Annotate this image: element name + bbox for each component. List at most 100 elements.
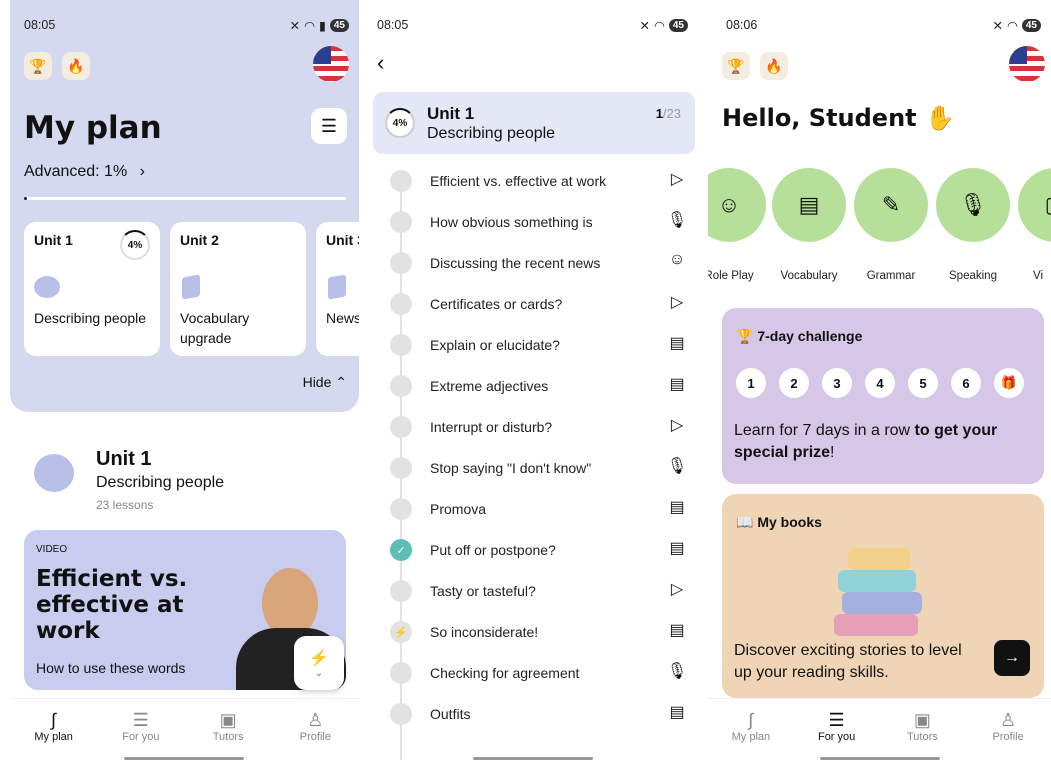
day-badge: 3 (822, 368, 852, 398)
lesson-item[interactable]: Tasty or tasteful? ▷ (369, 571, 698, 612)
status-time: 08:06 (726, 18, 758, 32)
face-icon (34, 454, 74, 492)
lesson-item[interactable]: Efficient vs. effective at work ▷ (369, 161, 698, 202)
lesson-title: Discussing the recent news (430, 255, 601, 271)
tab-profile[interactable]: ♙ Profile (275, 699, 355, 760)
level-link[interactable]: Advanced: 1% › (24, 163, 145, 181)
lesson-item[interactable]: How obvious something is 🎙 (369, 202, 698, 243)
progress-done: 1 (655, 106, 663, 121)
books-card[interactable]: 📖 My books Discover exciting stories to … (722, 494, 1044, 698)
category-vocabulary[interactable]: ▤ Vocabulary (772, 168, 846, 282)
person-icon: ♙ (1000, 710, 1017, 730)
lesson-item[interactable]: Certificates or cards? ▷ (369, 284, 698, 325)
us-flag-icon[interactable] (313, 46, 349, 82)
status-time: 08:05 (377, 18, 409, 32)
streak-button[interactable]: 🔥 (760, 52, 788, 80)
lesson-title: Certificates or cards? (430, 296, 563, 312)
video-title-line: Efficient vs. (36, 566, 188, 592)
lesson-item[interactable]: Promova ▤ (369, 489, 698, 530)
category-video[interactable]: ▢ Vi (1018, 168, 1051, 282)
category-label: Speaking (949, 270, 997, 282)
book-icon: ▤ (669, 499, 685, 516)
unit-title: Describing people (427, 125, 556, 142)
current-unit-label: Unit 1 (96, 448, 152, 470)
tab-for-you[interactable]: ☰ For you (101, 699, 181, 760)
book-icon: ▤ (669, 622, 685, 639)
list-menu-button[interactable]: ☰ (311, 108, 347, 144)
tab-tutors[interactable]: ▣ Tutors (882, 699, 962, 760)
book-icon: ▤ (669, 335, 685, 352)
lesson-item[interactable]: Interrupt or disturb? ▷ (369, 407, 698, 448)
tab-tutors[interactable]: ▣ Tutors (188, 699, 268, 760)
book-icon: ▤ (772, 168, 846, 242)
video-icon: ▢ (1018, 168, 1051, 242)
lesson-item[interactable]: ✓ Put off or postpone? ▤ (369, 530, 698, 571)
books-header: 📖 My books (736, 514, 822, 531)
challenge-text: Learn for 7 days in a row to get your sp… (734, 420, 1024, 464)
chevron-down-icon: ⌄ (314, 667, 324, 679)
us-flag-icon[interactable] (1009, 46, 1045, 82)
mic-icon: 🎙 (666, 458, 688, 475)
mute-icon: ✕ (992, 19, 1003, 33)
lesson-item[interactable]: Stop saying "I don't know" 🎙 (369, 448, 698, 489)
check-icon: ✓ (390, 539, 412, 561)
tab-for-you[interactable]: ☰ For you (797, 699, 877, 760)
newspaper-icon (328, 274, 346, 300)
trophy-button[interactable]: 🏆 (722, 52, 750, 80)
person-icon: ♙ (307, 710, 324, 730)
tab-profile[interactable]: ♙ Profile (968, 699, 1048, 760)
unit-card-1[interactable]: Unit 1 4% Describing people (24, 222, 160, 356)
tab-label: For you (817, 731, 856, 743)
mute-icon: ✕ (289, 19, 301, 33)
battery-level: 45 (329, 19, 349, 32)
lesson-title: So inconsiderate! (430, 624, 539, 640)
unit-card-2[interactable]: Unit 2 Vocabulary upgrade (170, 222, 306, 356)
tab-label: Tutors (212, 731, 244, 743)
route-icon: ∫ (51, 710, 57, 730)
day-badge: 6 (951, 368, 981, 398)
tutor-icon: ▣ (913, 710, 931, 730)
chat-icon: ☺ (668, 251, 686, 268)
tab-my-plan[interactable]: ∫ My plan (711, 699, 791, 760)
play-icon: ▷ (670, 417, 684, 434)
page-title: My plan (24, 110, 162, 146)
lesson-item[interactable]: Explain or elucidate? ▤ (369, 325, 698, 366)
status-bar: 08:05 ✕ ◠ ▮ 45 (24, 18, 349, 33)
lesson-title: Promova (430, 501, 487, 517)
challenge-card[interactable]: 🏆 7-day challenge 123456 🎁 Learn for 7 d… (722, 308, 1044, 484)
category-role-play[interactable]: ☺ Role Play (708, 168, 766, 282)
lesson-status-dot (390, 375, 412, 397)
category-grammar[interactable]: ✎ Grammar (854, 168, 928, 282)
mic-icon: 🎙 (666, 663, 688, 680)
lesson-item[interactable]: Extreme adjectives ▤ (369, 366, 698, 407)
books-illustration (830, 548, 930, 638)
lesson-item[interactable]: ⚡ So inconsiderate! ▤ (369, 612, 698, 653)
unit-progress-ring: 4% (385, 108, 415, 138)
book-icon (182, 274, 200, 300)
hide-toggle[interactable]: Hide ⌃ (303, 374, 347, 391)
back-button[interactable]: ‹ (377, 50, 384, 76)
quick-action-button[interactable]: ⚡ ⌄ (294, 636, 344, 690)
books-open-button[interactable]: → (994, 640, 1030, 676)
status-time: 08:05 (24, 18, 56, 32)
book-icon: ▤ (669, 376, 685, 393)
category-speaking[interactable]: 🎙 Speaking (936, 168, 1010, 282)
lesson-item[interactable]: Discussing the recent news ☺ (369, 243, 698, 284)
tab-label: Profile (992, 731, 1024, 743)
unit-card-3[interactable]: Unit 3 News (316, 222, 359, 356)
tab-my-plan[interactable]: ∫ My plan (14, 699, 94, 760)
lesson-status-dot (390, 252, 412, 274)
lesson-item[interactable]: Outfits ▤ (369, 694, 698, 735)
unit-card-title: Describing people (34, 310, 147, 326)
video-tag: VIDEO (36, 544, 68, 555)
video-subtitle: How to use these words (36, 660, 186, 676)
hide-label: Hide (302, 374, 332, 390)
lesson-item[interactable]: Checking for agreement 🎙 (369, 653, 698, 694)
lesson-title: Tasty or tasteful? (430, 583, 536, 599)
stack-icon: ☰ (828, 710, 845, 730)
trophy-button[interactable]: 🏆 (24, 52, 52, 80)
face-icon (34, 276, 60, 298)
streak-button[interactable]: 🔥 (62, 52, 90, 80)
lesson-status-dot (390, 662, 412, 684)
unit-label: Unit 1 (427, 104, 475, 123)
